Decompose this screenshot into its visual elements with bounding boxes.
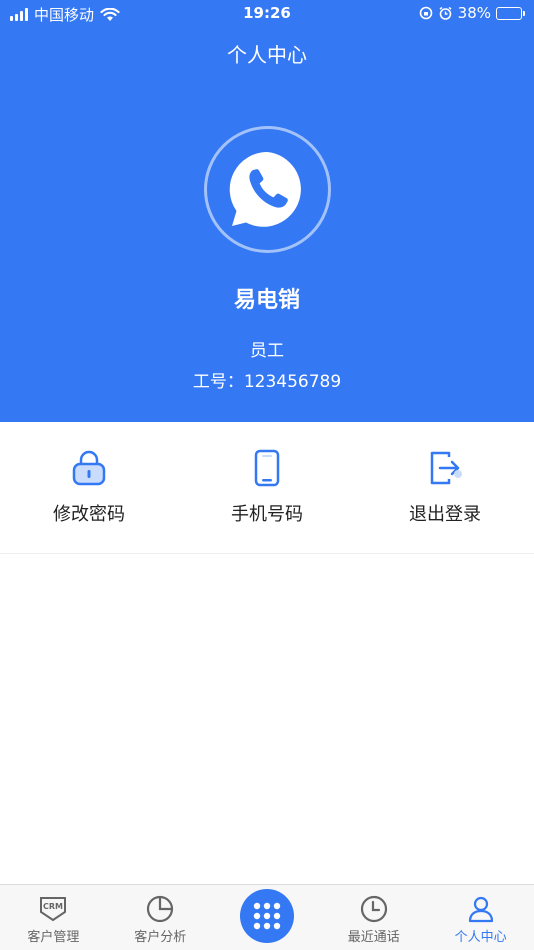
company-name: 易电销 [233, 288, 300, 313]
logout-label: 退出登录 [409, 504, 481, 525]
tab-bar: CRM 客户管理 客户分析 最近通话 个人中心 [0, 884, 534, 950]
tab-customer-management[interactable]: CRM 客户管理 [0, 885, 107, 950]
change-password-button[interactable]: 修改密码 [0, 422, 178, 553]
dialpad-button[interactable] [239, 889, 294, 943]
phone-icon [254, 449, 280, 487]
tab-customer-analysis[interactable]: 客户分析 [107, 885, 214, 950]
status-bar: 中国移动 19:26 38% [0, 0, 534, 28]
phone-number-button[interactable]: 手机号码 [178, 422, 356, 553]
status-right: 38% [419, 4, 525, 22]
employee-id: 工号：123456789 [192, 372, 342, 392]
tab-recent-calls[interactable]: 最近通话 [320, 885, 427, 950]
change-password-label: 修改密码 [53, 504, 125, 525]
logout-button[interactable]: 退出登录 [356, 422, 534, 553]
profile-header: 个人中心 易电销 员工 工号：123456789 [0, 28, 534, 422]
tab-label: 个人中心 [454, 930, 507, 945]
tab-label: 最近通话 [347, 930, 400, 945]
pie-chart-icon [147, 895, 174, 923]
user-icon [468, 896, 493, 923]
phone-number-label: 手机号码 [231, 504, 303, 525]
phone-bubble-icon [229, 151, 301, 227]
page-title: 个人中心 [227, 43, 307, 67]
battery-icon [496, 6, 525, 20]
svg-text:CRM: CRM [43, 902, 63, 911]
tab-dialpad[interactable] [214, 885, 321, 950]
rotation-lock-icon [419, 6, 432, 20]
user-role: 员工 [250, 341, 284, 361]
action-row: 修改密码 手机号码 退出登录 [0, 422, 534, 554]
dialpad-icon [253, 902, 281, 930]
crm-icon: CRM [40, 897, 67, 922]
battery-percent: 38% [457, 4, 491, 22]
alarm-icon [439, 6, 452, 20]
logout-icon [430, 451, 462, 485]
tab-label: 客户分析 [134, 930, 187, 945]
lock-icon [72, 450, 106, 486]
tab-profile[interactable]: 个人中心 [427, 885, 534, 950]
clock-icon [360, 895, 387, 923]
tab-label: 客户管理 [27, 930, 80, 945]
